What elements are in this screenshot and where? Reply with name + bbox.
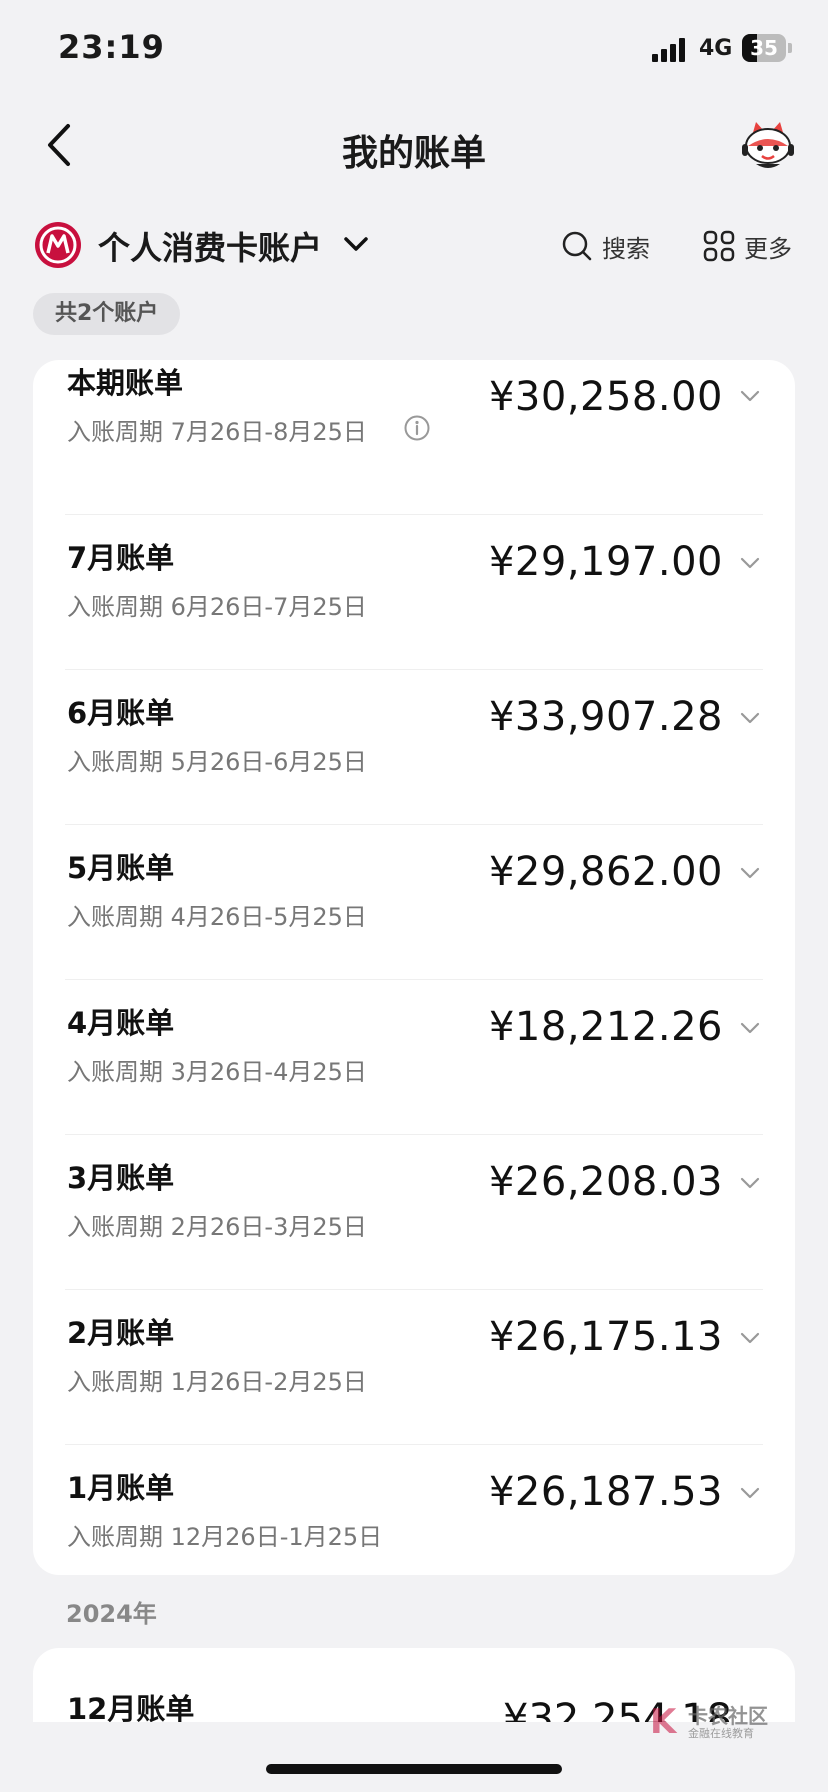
bill-period: 入账周期 5月26日-6月25日 — [67, 748, 367, 776]
bill-amount: ¥18,212.26 — [488, 1004, 723, 1050]
search-label: 搜索 — [602, 235, 650, 263]
chevron-down-icon — [740, 390, 760, 402]
watermark-subtitle: 金融在线教育 — [688, 1727, 754, 1740]
page-title: 我的账单 — [341, 133, 486, 174]
chevron-down-icon — [740, 1487, 760, 1499]
bill-period: 入账周期 7月26日-8月25日 — [67, 418, 367, 446]
bill-period: 入账周期 1月26日-2月25日 — [67, 1368, 367, 1396]
bill-row-march[interactable]: 3月账单 入账周期 2月26日-3月25日 ¥26,208.03 — [33, 1135, 795, 1290]
more-label: 更多 — [744, 235, 792, 263]
chevron-down-icon — [740, 1332, 760, 1344]
bill-title: 7月账单 — [67, 541, 175, 575]
bill-row-january[interactable]: 1月账单 入账周期 12月26日-1月25日 ¥26,187.53 — [33, 1445, 795, 1575]
bill-period: 入账周期 4月26日-5月25日 — [67, 903, 367, 931]
chevron-down-icon — [740, 1022, 760, 1034]
nav-bar: 我的账单 — [0, 100, 828, 190]
status-bar: 23:19 4G 35 — [0, 0, 828, 100]
account-count-badge[interactable]: 共2个账户 — [33, 293, 181, 335]
bill-amount: ¥26,187.53 — [488, 1469, 723, 1515]
bill-amount: ¥33,907.28 — [488, 694, 723, 740]
bill-list-card: 本期账单 入账周期 7月26日-8月25日 ¥30,258.00 7月账单 入账… — [33, 360, 795, 1575]
bill-title: 4月账单 — [67, 1006, 175, 1040]
battery-icon: 35 — [742, 34, 786, 62]
bill-title: 1月账单 — [67, 1471, 175, 1505]
bill-title: 本期账单 — [67, 366, 184, 400]
account-selector[interactable]: 个人消费卡账户 — [98, 223, 322, 269]
chevron-down-icon — [740, 557, 760, 569]
chevron-down-icon — [740, 867, 760, 879]
info-icon[interactable] — [403, 414, 431, 442]
bill-title: 3月账单 — [67, 1161, 175, 1195]
bill-period: 入账周期 3月26日-4月25日 — [67, 1058, 367, 1086]
bill-period: 入账周期 6月26日-7月25日 — [67, 593, 367, 621]
network-type: 4G — [699, 36, 733, 61]
account-row: 个人消费卡账户 搜索 更多 — [0, 215, 828, 275]
bill-amount: ¥26,208.03 — [488, 1159, 723, 1205]
bill-amount: ¥29,862.00 — [488, 849, 723, 895]
year-section-header: 2024年 — [66, 1600, 157, 1628]
bill-period: 入账周期 2月26日-3月25日 — [67, 1213, 367, 1241]
bill-period: 入账周期 12月26日-1月25日 — [67, 1523, 383, 1551]
search-icon — [562, 231, 592, 261]
bill-row-may[interactable]: 5月账单 入账周期 4月26日-5月25日 ¥29,862.00 — [33, 825, 795, 980]
watermark-logo: K — [650, 1702, 677, 1742]
bill-row-current[interactable]: 本期账单 入账周期 7月26日-8月25日 ¥30,258.00 — [33, 360, 795, 515]
bill-row-july[interactable]: 7月账单 入账周期 6月26日-7月25日 ¥29,197.00 — [33, 515, 795, 670]
grid-icon — [703, 230, 735, 262]
chevron-down-icon — [740, 712, 760, 724]
bank-logo-icon — [35, 222, 81, 268]
bill-row-april[interactable]: 4月账单 入账周期 3月26日-4月25日 ¥18,212.26 — [33, 980, 795, 1135]
cat-mascot-icon[interactable] — [740, 118, 796, 174]
chevron-down-icon[interactable] — [342, 233, 370, 255]
bill-row-february[interactable]: 2月账单 入账周期 1月26日-2月25日 ¥26,175.13 — [33, 1290, 795, 1445]
bill-row-june[interactable]: 6月账单 入账周期 5月26日-6月25日 ¥33,907.28 — [33, 670, 795, 825]
status-time: 23:19 — [58, 28, 165, 66]
signal-icon — [652, 38, 688, 62]
battery-level: 35 — [750, 36, 778, 60]
bill-amount: ¥29,197.00 — [488, 539, 723, 585]
watermark: K 卡农社区 金融在线教育 — [650, 1700, 800, 1744]
home-indicator[interactable] — [266, 1764, 562, 1774]
bill-title: 2月账单 — [67, 1316, 175, 1350]
bill-title: 6月账单 — [67, 696, 175, 730]
bill-title: 12月账单 — [67, 1692, 195, 1722]
bill-title: 5月账单 — [67, 851, 175, 885]
chevron-down-icon — [740, 1177, 760, 1189]
bill-amount: ¥26,175.13 — [488, 1314, 723, 1360]
bill-amount: ¥30,258.00 — [488, 374, 723, 420]
battery-cap — [788, 43, 792, 53]
